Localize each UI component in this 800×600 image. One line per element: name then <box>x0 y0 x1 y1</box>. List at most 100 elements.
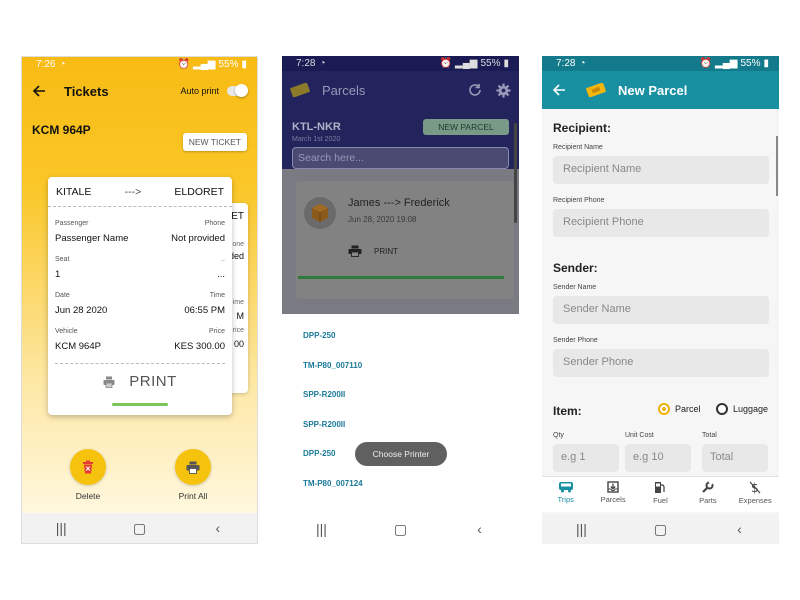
back-icon[interactable]: ‹ <box>198 520 238 536</box>
status-battery: 55% <box>740 58 761 69</box>
recipient-name-input[interactable]: Recipient Name <box>553 156 769 184</box>
printer-option[interactable]: DPP-250 <box>303 331 363 361</box>
delete-button[interactable] <box>70 449 106 485</box>
print-all-action: Print All <box>163 449 223 501</box>
battery-icon: ▮ <box>503 58 509 69</box>
home-icon[interactable]: ▢ <box>119 520 159 537</box>
battery-icon: ▮ <box>241 59 247 70</box>
printer-option[interactable]: SPP-R200II <box>303 420 363 450</box>
print-all-button[interactable] <box>175 449 211 485</box>
status-bar: 7:26 ◔ ⏰ ▂▄▆ 55% ▮ <box>22 57 257 72</box>
nav-trips[interactable]: Trips <box>543 481 589 504</box>
alarm-icon: ⏰ <box>177 59 190 70</box>
print-all-label: Print All <box>178 491 208 501</box>
printer-option[interactable]: SPP-R200II <box>303 390 363 420</box>
seat-right-value: ... <box>217 269 225 280</box>
auto-print-label: Auto print <box>180 86 219 96</box>
seat-right-label: .. <box>221 256 225 263</box>
whatsapp-icon: ◔ <box>59 59 66 70</box>
sender-name-input[interactable]: Sender Name <box>553 296 769 324</box>
unit-cost-input[interactable]: e.g 10 <box>625 444 691 472</box>
status-bar: 7:28 ◔ ⏰ ▂▄▆ 55% ▮ <box>282 56 519 71</box>
radio-selected-icon <box>658 403 670 415</box>
nav-parts[interactable]: Parts <box>685 481 731 505</box>
nav-parcels-label: Parcels <box>600 495 626 504</box>
system-nav-bar: ||| ▢ ‹ <box>22 513 257 543</box>
printer-icon <box>186 461 200 474</box>
back-icon[interactable]: ‹ <box>460 521 500 537</box>
search-input[interactable]: Search here... <box>292 147 509 169</box>
phone-value: Not provided <box>171 233 225 244</box>
recent-apps-icon[interactable]: ||| <box>562 521 602 537</box>
sender-phone-input[interactable]: Sender Phone <box>553 349 769 377</box>
bottom-navigation: Trips Parcels Fuel Parts $ Expenses <box>542 476 779 512</box>
tickets-screen: 7:26 ◔ ⏰ ▂▄▆ 55% ▮ Tickets Auto print KC… <box>21 56 258 544</box>
back-arrow-icon[interactable] <box>552 83 566 97</box>
nav-fuel[interactable]: Fuel <box>637 481 683 505</box>
page-title: Tickets <box>64 83 109 99</box>
sender-name-label: Sender Name <box>553 284 597 291</box>
home-icon[interactable]: ▢ <box>381 521 421 538</box>
status-time: 7:28 <box>296 58 316 69</box>
radio-unselected-icon <box>716 403 728 415</box>
back-price-label: rice <box>232 327 244 334</box>
printer-option[interactable]: TM-P80_007110 <box>303 361 363 391</box>
time-label: Time <box>209 292 225 299</box>
parcels-screen: 7:28 ◔ ⏰ ▂▄▆ 55% ▮ Parcels KTL-NKR March… <box>282 56 519 544</box>
recent-apps-icon[interactable]: ||| <box>302 521 342 537</box>
toolbar: New Parcel <box>542 71 779 109</box>
time-value: 06:55 PM <box>184 305 225 316</box>
radio-luggage[interactable]: Luggage <box>716 403 768 415</box>
seat-label: Seat <box>55 256 70 263</box>
parcel-status-bar <box>298 276 504 279</box>
scrollbar[interactable] <box>514 123 517 223</box>
printer-icon <box>348 245 362 257</box>
parcel-card[interactable]: James ---> Frederick Jun 28, 2020 19:08 … <box>296 181 514 299</box>
nav-expenses[interactable]: $ Expenses <box>732 481 778 505</box>
item-heading: Item: <box>553 404 582 418</box>
total-label: Total <box>702 432 717 439</box>
alarm-icon: ⏰ <box>439 58 452 69</box>
nav-expenses-label: Expenses <box>738 496 772 505</box>
nav-parts-label: Parts <box>699 496 717 505</box>
nav-fuel-label: Fuel <box>653 496 668 505</box>
alarm-icon: ⏰ <box>699 58 712 69</box>
qty-input[interactable]: e.g 1 <box>553 444 619 472</box>
vehicle-plate: KCM 964P <box>32 123 91 137</box>
auto-print-toggle[interactable] <box>227 84 248 97</box>
settings-gear-icon[interactable] <box>496 82 511 98</box>
qty-label: Qty <box>553 432 564 439</box>
parcels-content-dimmed: Parcels KTL-NKR March 1st 2020 NEW PARCE… <box>282 71 519 314</box>
back-phone-label: one <box>232 241 244 248</box>
print-ticket-button[interactable]: PRINT <box>48 373 232 390</box>
new-parcel-screen: 7:28 ◔ ⏰ ▂▄▆ 55% ▮ New Parcel Recipient:… <box>542 56 779 544</box>
scrollbar[interactable] <box>776 136 778 196</box>
back-arrow-icon[interactable] <box>32 84 46 98</box>
delete-label: Delete <box>75 491 101 501</box>
parcel-print-button[interactable]: PRINT <box>348 245 398 257</box>
radio-parcel[interactable]: Parcel <box>658 403 701 415</box>
recent-apps-icon[interactable]: ||| <box>41 520 81 536</box>
new-ticket-button[interactable]: NEW TICKET <box>182 133 247 151</box>
ticket-divider <box>55 363 225 364</box>
recipient-phone-input[interactable]: Recipient Phone <box>553 209 769 237</box>
route-date: March 1st 2020 <box>292 136 341 143</box>
page-title: New Parcel <box>618 82 688 98</box>
refresh-icon[interactable] <box>468 83 482 97</box>
printer-option[interactable]: DPP-250 <box>303 449 363 479</box>
system-nav-bar: ||| ▢ ‹ <box>282 514 519 544</box>
ticket-card[interactable]: KITALE ---> ELDORET Passenger Phone Pass… <box>48 177 232 415</box>
parcel-box-icon <box>304 197 336 229</box>
ticket-logo-icon <box>586 83 606 97</box>
home-icon[interactable]: ▢ <box>641 521 681 538</box>
printer-option[interactable]: TM-P80_007124 <box>303 479 363 509</box>
whatsapp-icon: ◔ <box>319 58 326 69</box>
route-header: KTL-NKR March 1st 2020 NEW PARCEL Search… <box>282 109 519 169</box>
new-parcel-button[interactable]: NEW PARCEL <box>423 119 509 135</box>
back-icon[interactable]: ‹ <box>720 521 760 537</box>
total-input[interactable]: Total <box>702 444 768 472</box>
recipient-heading: Recipient: <box>553 121 612 135</box>
nav-parcels[interactable]: Parcels <box>590 481 636 504</box>
sender-phone-label: Sender Phone <box>553 337 598 344</box>
unit-cost-label: Unit Cost <box>625 432 654 439</box>
